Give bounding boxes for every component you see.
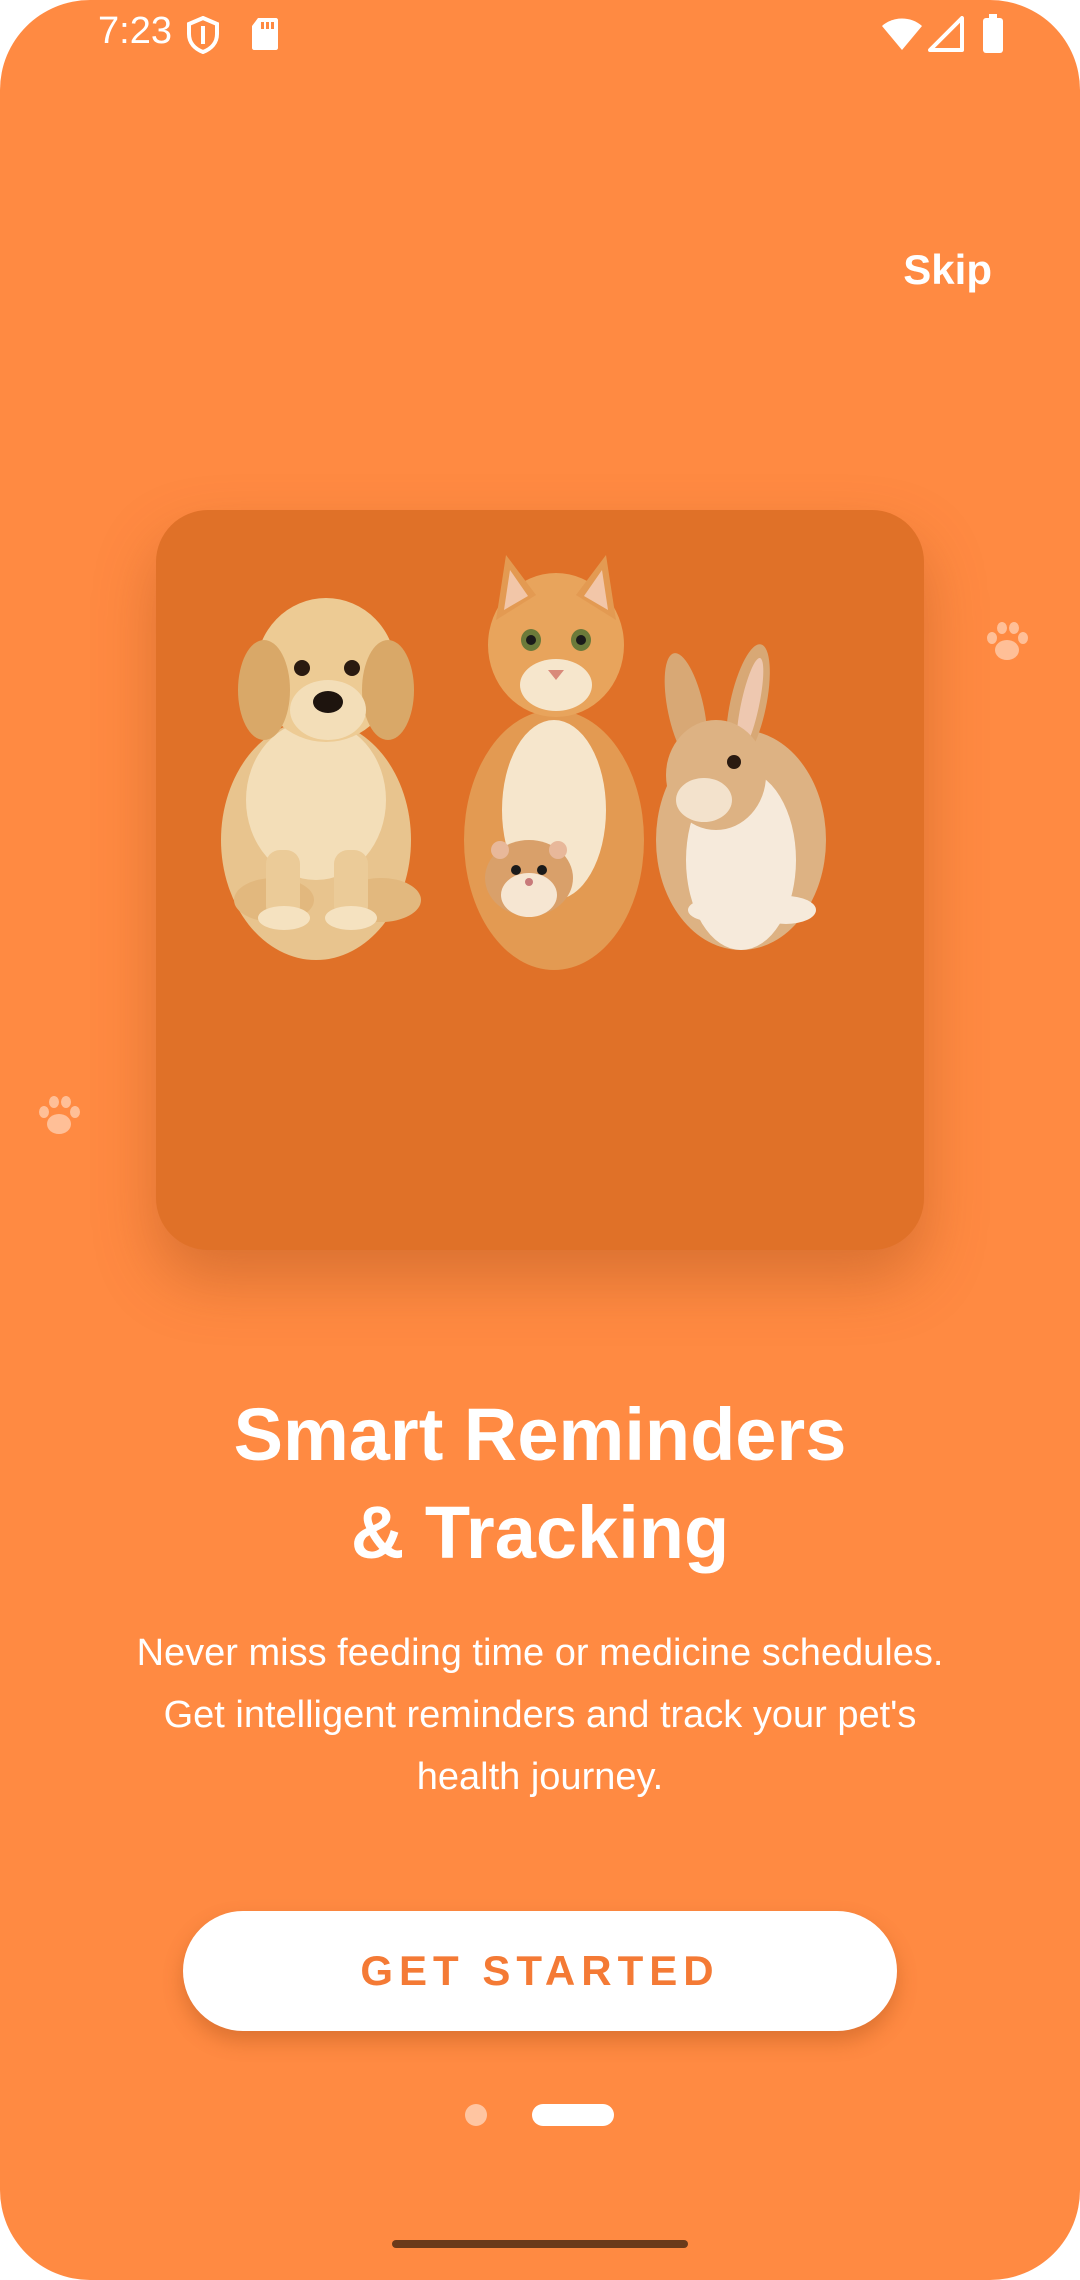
paw-print-icon — [39, 1096, 80, 1134]
page-title: Smart Reminders & Tracking — [90, 1386, 990, 1582]
get-started-button[interactable]: GET STARTED — [183, 1911, 897, 2031]
wifi-icon — [882, 18, 922, 50]
cell-signal-icon — [928, 16, 964, 52]
rabbit-figure — [656, 644, 826, 950]
paw-print-icon — [987, 622, 1028, 660]
description-line: health journey. — [416, 1756, 664, 1798]
battery-icon — [983, 14, 1003, 53]
title-line: & Tracking — [350, 1491, 730, 1574]
status-time: 7:23 — [98, 10, 172, 52]
status-bar: 7:23 — [0, 0, 1080, 70]
sd-card-icon — [252, 18, 278, 50]
shield-icon — [187, 16, 219, 54]
hero-card — [156, 510, 924, 1250]
description-line: Never miss feeding time or medicine sche… — [136, 1632, 944, 1674]
description-line: Get intelligent reminders and track your… — [163, 1694, 917, 1736]
title-line: Smart Reminders — [233, 1393, 847, 1476]
skip-button[interactable]: Skip — [903, 246, 992, 294]
home-indicator[interactable] — [392, 2240, 688, 2248]
page-description: Never miss feeding time or medicine sche… — [80, 1622, 1000, 1808]
page-indicator-dot-active[interactable] — [532, 2104, 614, 2126]
onboarding-screen: 7:23 Skip Smart Reminders & Tracking Nev… — [0, 0, 1080, 2280]
pets-illustration — [221, 555, 826, 970]
page-indicator-dot[interactable] — [465, 2104, 487, 2126]
dog-figure — [221, 598, 421, 960]
